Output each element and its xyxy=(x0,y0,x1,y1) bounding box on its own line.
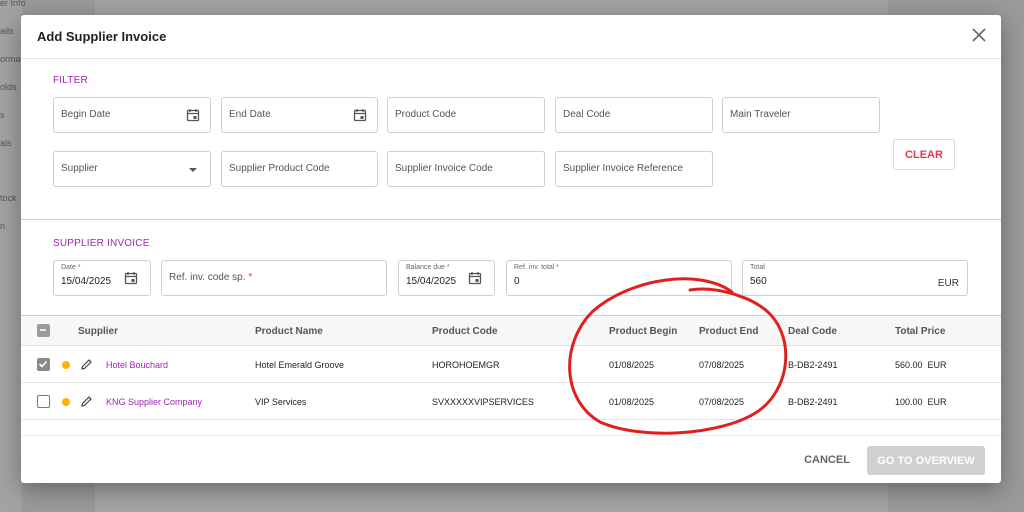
column-header-product-end[interactable]: Product End xyxy=(699,326,758,337)
table-row[interactable]: KNG Supplier Company VIP Services SVXXXX… xyxy=(21,384,1001,420)
product-end-cell: 07/08/2025 xyxy=(699,360,745,370)
sidebar-item: orma xyxy=(0,54,21,64)
total-price-cell: 560.00 EUR xyxy=(895,360,947,370)
product-code-placeholder: Product Code xyxy=(395,109,457,120)
supplier-invoice-code-placeholder: Supplier Invoice Code xyxy=(395,163,493,174)
sidebar-item: olds xyxy=(0,82,17,92)
supplier-invoice-code-field[interactable]: Supplier Invoice Code xyxy=(387,151,545,187)
begin-date-field[interactable]: Begin Date xyxy=(53,97,211,133)
main-traveler-placeholder: Main Traveler xyxy=(730,109,791,120)
footer-divider xyxy=(21,435,1001,436)
table-header: Supplier Product Name Product Code Produ… xyxy=(21,316,1001,346)
clear-button[interactable]: CLEAR xyxy=(893,139,955,170)
calendar-icon[interactable] xyxy=(124,271,138,285)
sidebar-item: als xyxy=(0,138,12,148)
filter-section-title: FILTER xyxy=(53,75,88,86)
column-header-product-begin[interactable]: Product Begin xyxy=(609,326,677,337)
invoice-date-value: 15/04/2025 xyxy=(61,276,112,287)
invoice-date-label: Date * xyxy=(61,264,81,271)
table-row[interactable]: Hotel Bouchard Hotel Emerald Groove HORO… xyxy=(21,347,1001,383)
go-to-overview-button[interactable]: GO TO OVERVIEW xyxy=(867,446,985,475)
column-header-product-code[interactable]: Product Code xyxy=(432,326,498,337)
deal-code-field[interactable]: Deal Code xyxy=(555,97,713,133)
end-date-placeholder: End Date xyxy=(229,109,271,120)
column-header-supplier[interactable]: Supplier xyxy=(78,326,118,337)
supplier-invoice-reference-placeholder: Supplier Invoice Reference xyxy=(563,163,684,174)
product-code-field[interactable]: Product Code xyxy=(387,97,545,133)
calendar-icon[interactable] xyxy=(353,108,367,122)
total-currency: EUR xyxy=(937,278,959,289)
column-header-deal-code[interactable]: Deal Code xyxy=(788,326,837,337)
ref-invoice-code-placeholder: Ref. inv. code sp. * xyxy=(169,272,253,283)
supplier-invoice-reference-field[interactable]: Supplier Invoice Reference xyxy=(555,151,713,187)
background-sidebar: er Info ails orma olds s als tock n xyxy=(0,0,26,512)
total-price-cell: 100.00 EUR xyxy=(895,397,947,407)
chevron-down-icon xyxy=(189,168,197,172)
deal-code-cell: B-DB2-2491 xyxy=(788,360,838,370)
supplier-product-code-placeholder: Supplier Product Code xyxy=(229,163,330,174)
close-icon[interactable] xyxy=(971,27,987,43)
calendar-icon[interactable] xyxy=(186,108,200,122)
sidebar-item: s xyxy=(0,110,5,120)
column-header-total-price[interactable]: Total Price xyxy=(895,326,945,337)
pencil-icon[interactable] xyxy=(80,358,93,371)
product-begin-cell: 01/08/2025 xyxy=(609,397,655,407)
sidebar-item: n xyxy=(0,221,6,231)
indeterminate-icon xyxy=(40,329,46,331)
main-traveler-field[interactable]: Main Traveler xyxy=(722,97,880,133)
product-end-cell: 07/08/2025 xyxy=(699,397,745,407)
total-label: Total xyxy=(750,264,765,271)
total-field: Total 560 EUR xyxy=(742,260,968,296)
add-supplier-invoice-dialog: Add Supplier Invoice FILTER Begin Date E… xyxy=(21,15,1001,483)
total-value: 560 xyxy=(750,276,767,287)
row-checkbox[interactable] xyxy=(37,395,50,408)
status-dot xyxy=(62,398,70,406)
ref-invoice-total-field[interactable]: Ref. inv. total * 0 xyxy=(506,260,732,296)
select-all-checkbox[interactable] xyxy=(37,324,50,337)
supplier-placeholder: Supplier xyxy=(61,163,98,174)
cancel-button[interactable]: CANCEL xyxy=(797,446,857,474)
product-name-cell: Hotel Emerald Groove xyxy=(255,360,345,370)
ref-invoice-total-value: 0 xyxy=(514,276,520,287)
product-code-cell: HOROHOEMGR xyxy=(432,360,500,370)
begin-date-placeholder: Begin Date xyxy=(61,109,111,120)
balance-due-value: 15/04/2025 xyxy=(406,276,457,287)
product-name-cell: VIP Services xyxy=(255,397,307,407)
ref-invoice-total-label: Ref. inv. total * xyxy=(514,264,560,271)
dialog-title: Add Supplier Invoice xyxy=(37,29,167,44)
header-divider xyxy=(21,58,1001,59)
sidebar-item: ails xyxy=(0,26,14,36)
product-begin-cell: 01/08/2025 xyxy=(609,360,655,370)
deal-code-placeholder: Deal Code xyxy=(563,109,611,120)
pencil-icon[interactable] xyxy=(80,395,93,408)
supplier-link[interactable]: KNG Supplier Company xyxy=(106,397,202,407)
end-date-field[interactable]: End Date xyxy=(221,97,378,133)
supplier-invoice-section-title: SUPPLIER INVOICE xyxy=(53,238,150,249)
row-checkbox[interactable] xyxy=(37,358,50,371)
balance-due-field[interactable]: Balance due * 15/04/2025 xyxy=(398,260,495,296)
supplier-link[interactable]: Hotel Bouchard xyxy=(106,360,168,370)
supplier-select[interactable]: Supplier xyxy=(53,151,211,187)
sidebar-item: tock xyxy=(0,193,17,203)
sidebar-item: er Info xyxy=(0,0,26,8)
calendar-icon[interactable] xyxy=(468,271,482,285)
section-divider xyxy=(21,219,1001,220)
status-dot xyxy=(62,361,70,369)
invoice-date-field[interactable]: Date * 15/04/2025 xyxy=(53,260,151,296)
product-code-cell: SVXXXXXVIPSERVICES xyxy=(432,397,534,407)
deal-code-cell: B-DB2-2491 xyxy=(788,397,838,407)
checkmark-icon xyxy=(38,360,48,368)
balance-due-label: Balance due * xyxy=(406,264,450,271)
ref-invoice-code-field[interactable]: Ref. inv. code sp. * xyxy=(161,260,387,296)
column-header-product-name[interactable]: Product Name xyxy=(255,326,323,337)
supplier-product-code-field[interactable]: Supplier Product Code xyxy=(221,151,378,187)
